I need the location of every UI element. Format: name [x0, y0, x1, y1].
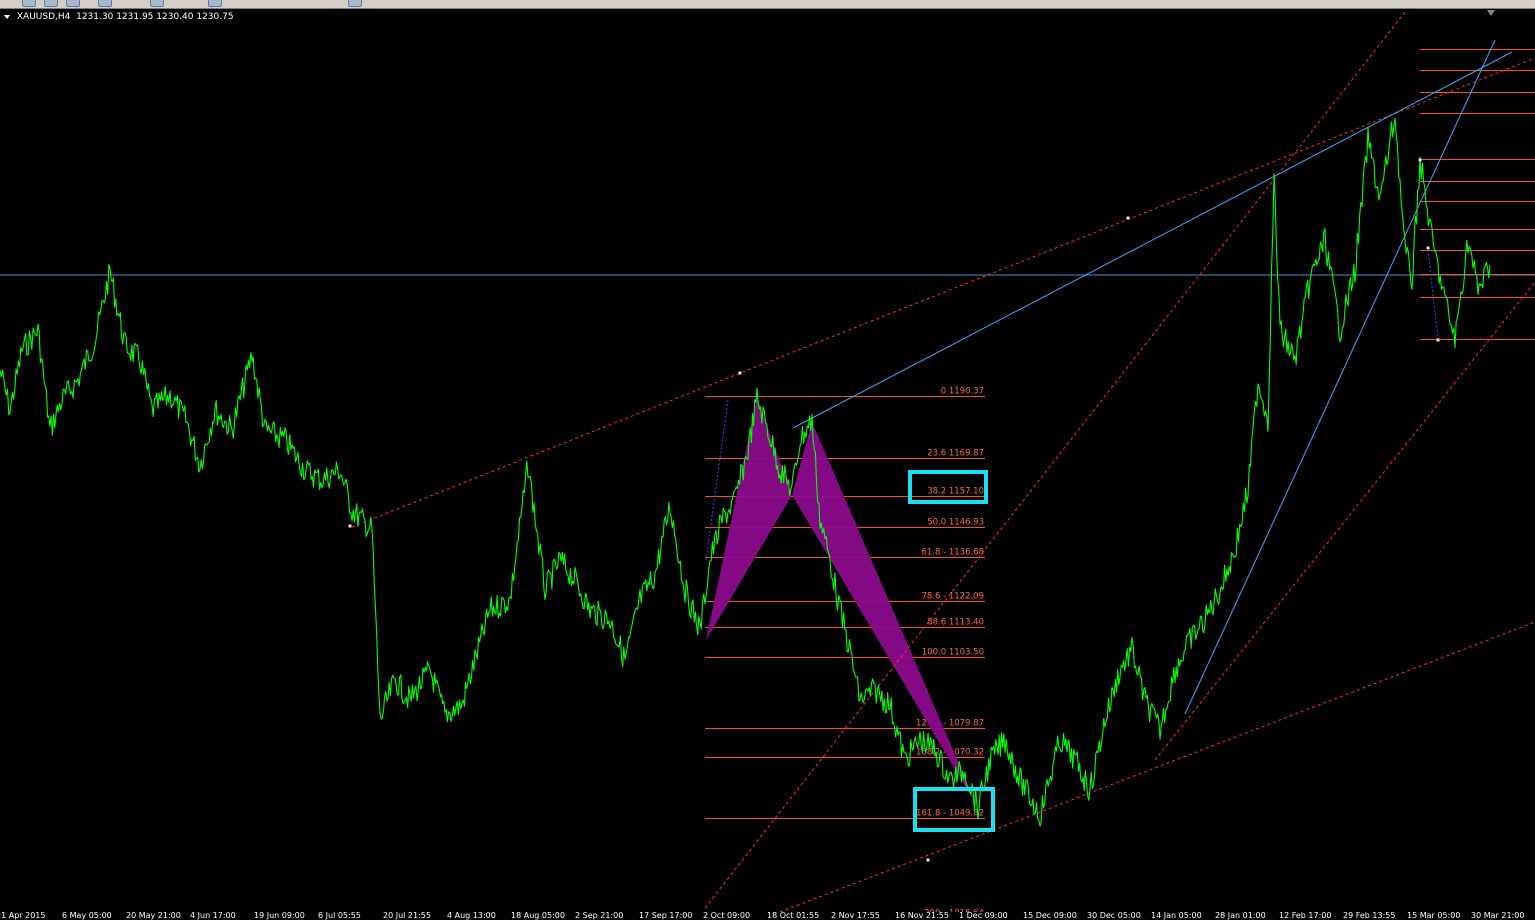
trendline[interactable]: [1184, 39, 1496, 715]
time-tick-label: 28 Jan 01:00: [1215, 912, 1266, 920]
anchor-point-marker[interactable]: [738, 371, 742, 375]
time-tick-label: 15 Mar 05:00: [1407, 912, 1461, 920]
anchor-point-marker[interactable]: [1418, 158, 1422, 162]
time-tick-label: 2 Oct 09:00: [703, 912, 751, 920]
time-tick-label: 20 Jul 21:55: [383, 912, 431, 920]
time-tick-label: 17 Sep 17:00: [639, 912, 693, 920]
fib-level-label: 100.0 1103.50: [922, 648, 984, 658]
time-tick-label: 6 Jul 05:55: [318, 912, 361, 920]
time-tick-label: 2 Sep 21:00: [575, 912, 624, 920]
time-tick-label: 18 Oct 01:55: [767, 912, 820, 920]
time-tick-label: 14 Jan 05:00: [1151, 912, 1202, 920]
fib-level-label: 78.6 - 1122.09: [921, 592, 984, 602]
price-chart[interactable]: 0 1190.37 23.6 1169.87 38.2 1157.10 50.0 11…: [0, 0, 1535, 912]
time-tick-label: 29 Feb 13:55: [1343, 912, 1396, 920]
time-tick-label: 21 Apr 2015: [0, 912, 46, 920]
time-tick-label: 4 Aug 13:00: [447, 912, 496, 920]
time-tick-label: 4 Jun 17:00: [190, 912, 236, 920]
symbol-label: XAUUSD,H4: [16, 12, 71, 22]
time-tick-label: 18 Aug 05:00: [511, 912, 565, 920]
fib-level-label: 0 1190.37: [941, 387, 984, 397]
time-tick-label: 12 Feb 17:00: [1279, 912, 1332, 920]
time-tick-label: 30 Dec 05:00: [1087, 912, 1141, 920]
fib-level-label: 61.8 - 1136.68: [921, 548, 984, 558]
time-tick-label: 6 May 05:00: [62, 912, 112, 920]
pattern-leg-line[interactable]: [1427, 249, 1439, 341]
fib-level-label: 88.6 1113.40: [927, 618, 984, 628]
time-tick-label: 2 Nov 17:55: [831, 912, 880, 920]
time-tick-label: 1 Dec 09:00: [959, 912, 1008, 920]
anchor-point-marker[interactable]: [926, 858, 930, 862]
time-tick-label: 15 Dec 09:00: [1023, 912, 1077, 920]
ohlc-values: 1231.30 1231.95 1230.40 1230.75: [76, 12, 234, 22]
fib-level-label: 23.6 1169.87: [927, 449, 984, 459]
time-axis: 21 Apr 2015 6 May 05:00 20 May 21:00 4 Jun …: [0, 912, 1535, 920]
channel-line[interactable]: [779, 621, 1535, 912]
pattern-triangle-bcd[interactable]: [792, 422, 978, 808]
symbol-menu-icon[interactable]: [4, 14, 10, 19]
channel-line[interactable]: [1154, 281, 1535, 761]
fib-level-label: 50.0 1146.93: [927, 518, 984, 528]
time-tick-label: 20 May 21:00: [126, 912, 181, 920]
fib-level-label: 38.2 1157.10: [927, 487, 984, 497]
fib-level-label: 161.8 - 1049.82: [916, 809, 984, 819]
chart-shift-icon[interactable]: [1487, 10, 1495, 16]
time-tick-label: 19 Jun 09:00: [254, 912, 305, 920]
chart-header: XAUUSD,H4 1231.30 1231.95 1230.40 1230.7…: [4, 12, 234, 22]
time-tick-label: 16 Nov 21:55: [895, 912, 949, 920]
trendline[interactable]: [792, 51, 1513, 429]
anchor-point-marker[interactable]: [1426, 246, 1430, 250]
anchor-point-marker[interactable]: [1436, 338, 1440, 342]
anchor-point-marker[interactable]: [1126, 216, 1130, 220]
time-tick-label: 30 Mar 21:00: [1471, 912, 1525, 920]
anchor-point-marker[interactable]: [348, 524, 352, 528]
